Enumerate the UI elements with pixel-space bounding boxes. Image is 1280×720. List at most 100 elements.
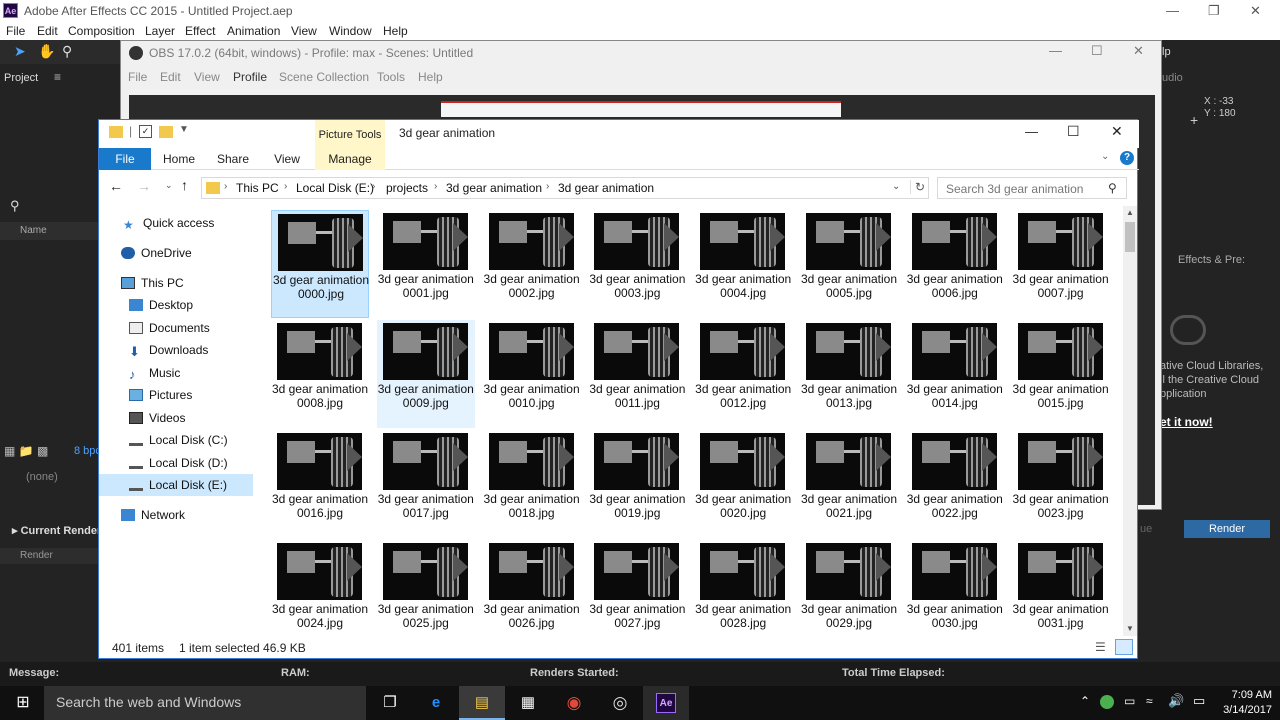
ae-menu-file[interactable]: File [6, 24, 25, 38]
ae-menu-layer[interactable]: Layer [145, 24, 175, 38]
file-tile[interactable]: 3d gear animation0010.jpg [483, 320, 581, 428]
explorer-minimize-icon[interactable]: — [1025, 124, 1038, 139]
after-effects-taskbar-button[interactable]: Ae [643, 686, 689, 720]
tab-file[interactable]: File [99, 148, 151, 170]
file-tile[interactable]: 3d gear animation0007.jpg [1012, 210, 1110, 318]
taskbar-clock[interactable]: 7:09 AM 3/14/2017 [1223, 688, 1272, 718]
file-tile[interactable]: 3d gear animation0016.jpg [271, 430, 369, 538]
up-arrow-icon[interactable]: ↑ [181, 177, 188, 193]
explorer-maximize-icon[interactable]: ☐ [1067, 123, 1080, 140]
nav-music[interactable]: ♪ Music [129, 362, 180, 384]
ae-menu-view[interactable]: View [291, 24, 317, 38]
recent-locations-icon[interactable]: ⌄ [165, 180, 173, 191]
file-tile[interactable]: 3d gear animation0023.jpg [1012, 430, 1110, 538]
chrome-button[interactable]: ◉ [551, 686, 597, 720]
nav-documents[interactable]: Documents [129, 317, 210, 339]
nav-quick-access[interactable]: ★ Quick access [123, 212, 214, 234]
breadcrumb-local-disk-e[interactable]: Local Disk (E:) [296, 181, 374, 195]
back-arrow-icon[interactable]: ← [109, 178, 123, 194]
project-tab[interactable]: Project [4, 72, 38, 84]
get-it-now-link[interactable]: et it now! [1160, 415, 1213, 429]
obs-menu-scene-collection[interactable]: Scene Collection [279, 70, 369, 84]
file-tile[interactable]: 3d gear animation0006.jpg [906, 210, 1004, 318]
forward-arrow-icon[interactable]: → [137, 178, 151, 194]
nav-local-disk-e[interactable]: Local Disk (E:) [99, 474, 253, 496]
interpret-footage-icon[interactable]: ▦ 📁 ▩ [4, 444, 48, 458]
obs-menu-view[interactable]: View [194, 70, 220, 84]
ae-menu-help[interactable]: Help [383, 24, 408, 38]
nav-local-disk-c[interactable]: Local Disk (C:) [129, 429, 228, 451]
file-tile[interactable]: 3d gear animation0000.jpg [271, 210, 369, 318]
file-tile[interactable]: 3d gear animation0008.jpg [271, 320, 369, 428]
wifi-icon[interactable]: ≈ [1146, 694, 1153, 708]
windows-start-button[interactable]: ⊞ [0, 686, 46, 720]
obs-menu-edit[interactable]: Edit [160, 70, 181, 84]
large-icons-view-icon[interactable] [1115, 639, 1133, 655]
edge-button[interactable]: e [413, 686, 459, 720]
file-tile[interactable]: 3d gear animation0019.jpg [588, 430, 686, 538]
current-render-row[interactable]: ▸ Current Render [12, 524, 101, 537]
address-dropdown-icon[interactable]: ⌄ [892, 181, 900, 192]
file-tile[interactable]: 3d gear animation0001.jpg [377, 210, 475, 318]
render-button[interactable]: Render [1184, 520, 1270, 538]
file-tile[interactable]: 3d gear animation0002.jpg [483, 210, 581, 318]
file-tile[interactable]: 3d gear animation0005.jpg [800, 210, 898, 318]
store-button[interactable]: ▦ [505, 686, 551, 720]
nav-pictures[interactable]: Pictures [129, 384, 192, 406]
tab-view[interactable]: View [265, 148, 309, 170]
nav-videos[interactable]: Videos [129, 407, 185, 429]
close-icon[interactable]: ✕ [1250, 3, 1261, 19]
refresh-icon[interactable]: ↻ [910, 180, 925, 194]
obs-close-icon[interactable]: ✕ [1133, 43, 1144, 59]
panel-menu-icon[interactable]: ≡ [54, 70, 61, 84]
obs-menu-tools[interactable]: Tools [377, 70, 405, 84]
ae-menu-window[interactable]: Window [329, 24, 372, 38]
file-tile[interactable]: 3d gear animation0004.jpg [694, 210, 792, 318]
hand-tool-icon[interactable]: ✋ [38, 43, 55, 60]
file-tile[interactable]: 3d gear animation0031.jpg [1012, 540, 1110, 648]
file-tile[interactable]: 3d gear animation0003.jpg [588, 210, 686, 318]
show-hidden-icons-icon[interactable]: ⌃ [1080, 694, 1090, 708]
ae-menu-edit[interactable]: Edit [37, 24, 58, 38]
file-tile[interactable]: 3d gear animation0012.jpg [694, 320, 792, 428]
scrollbar-thumb[interactable] [1125, 222, 1135, 252]
effects-presets-tab[interactable]: Effects & Pre: [1178, 254, 1245, 266]
obs-menu-profile[interactable]: Profile [233, 70, 267, 84]
explorer-close-icon[interactable]: ✕ [1111, 123, 1123, 140]
task-view-button[interactable]: ❐ [367, 686, 413, 720]
nav-network[interactable]: Network [121, 504, 185, 526]
file-tile[interactable]: 3d gear animation0022.jpg [906, 430, 1004, 538]
volume-icon[interactable]: 🔊 [1168, 693, 1184, 709]
ae-menu-composition[interactable]: Composition [68, 24, 135, 38]
bpc-indicator[interactable]: 8 bpc [74, 445, 101, 457]
file-tile[interactable]: 3d gear animation0011.jpg [588, 320, 686, 428]
search-box[interactable]: Search 3d gear animation ⚲ [937, 177, 1127, 199]
address-bar[interactable]: › This PC › Local Disk (E:) › projects ›… [201, 177, 929, 199]
scroll-down-icon[interactable]: ▼ [1126, 624, 1134, 633]
file-tile[interactable]: 3d gear animation0015.jpg [1012, 320, 1110, 428]
obs-taskbar-button[interactable]: ◎ [597, 686, 643, 720]
minimize-icon[interactable]: — [1166, 3, 1179, 18]
obs-maximize-icon[interactable]: ☐ [1091, 43, 1103, 59]
breadcrumb-projects[interactable]: projects [386, 181, 428, 195]
file-tile[interactable]: 3d gear animation0026.jpg [483, 540, 581, 648]
file-tile[interactable]: 3d gear animation0027.jpg [588, 540, 686, 648]
help-icon[interactable]: ? [1120, 151, 1134, 165]
queue-button-fragment[interactable]: ue [1140, 523, 1152, 535]
file-tile[interactable]: 3d gear animation0028.jpg [694, 540, 792, 648]
nav-onedrive[interactable]: OneDrive [121, 242, 192, 264]
expand-ribbon-icon[interactable]: ⌄ [1101, 151, 1109, 162]
tray-app-icon[interactable] [1100, 695, 1114, 709]
restore-icon[interactable]: ❐ [1208, 3, 1220, 19]
zoom-tool-icon[interactable]: ⚲ [62, 43, 72, 60]
new-folder-icon[interactable] [159, 126, 173, 138]
ae-menu-effect[interactable]: Effect [185, 24, 215, 38]
file-explorer-button[interactable]: ▤ [459, 686, 505, 720]
nav-this-pc[interactable]: This PC [121, 272, 184, 294]
scroll-up-icon[interactable]: ▲ [1126, 208, 1134, 217]
breadcrumb-this-pc[interactable]: This PC [236, 181, 279, 195]
taskbar-search-box[interactable]: Search the web and Windows [44, 686, 366, 720]
breadcrumb-3d-gear-animation-current[interactable]: 3d gear animation [558, 181, 654, 195]
customize-toolbar-chevron-icon[interactable]: ▼ [179, 124, 189, 135]
vertical-scrollbar[interactable]: ▲ ▼ [1123, 206, 1137, 636]
